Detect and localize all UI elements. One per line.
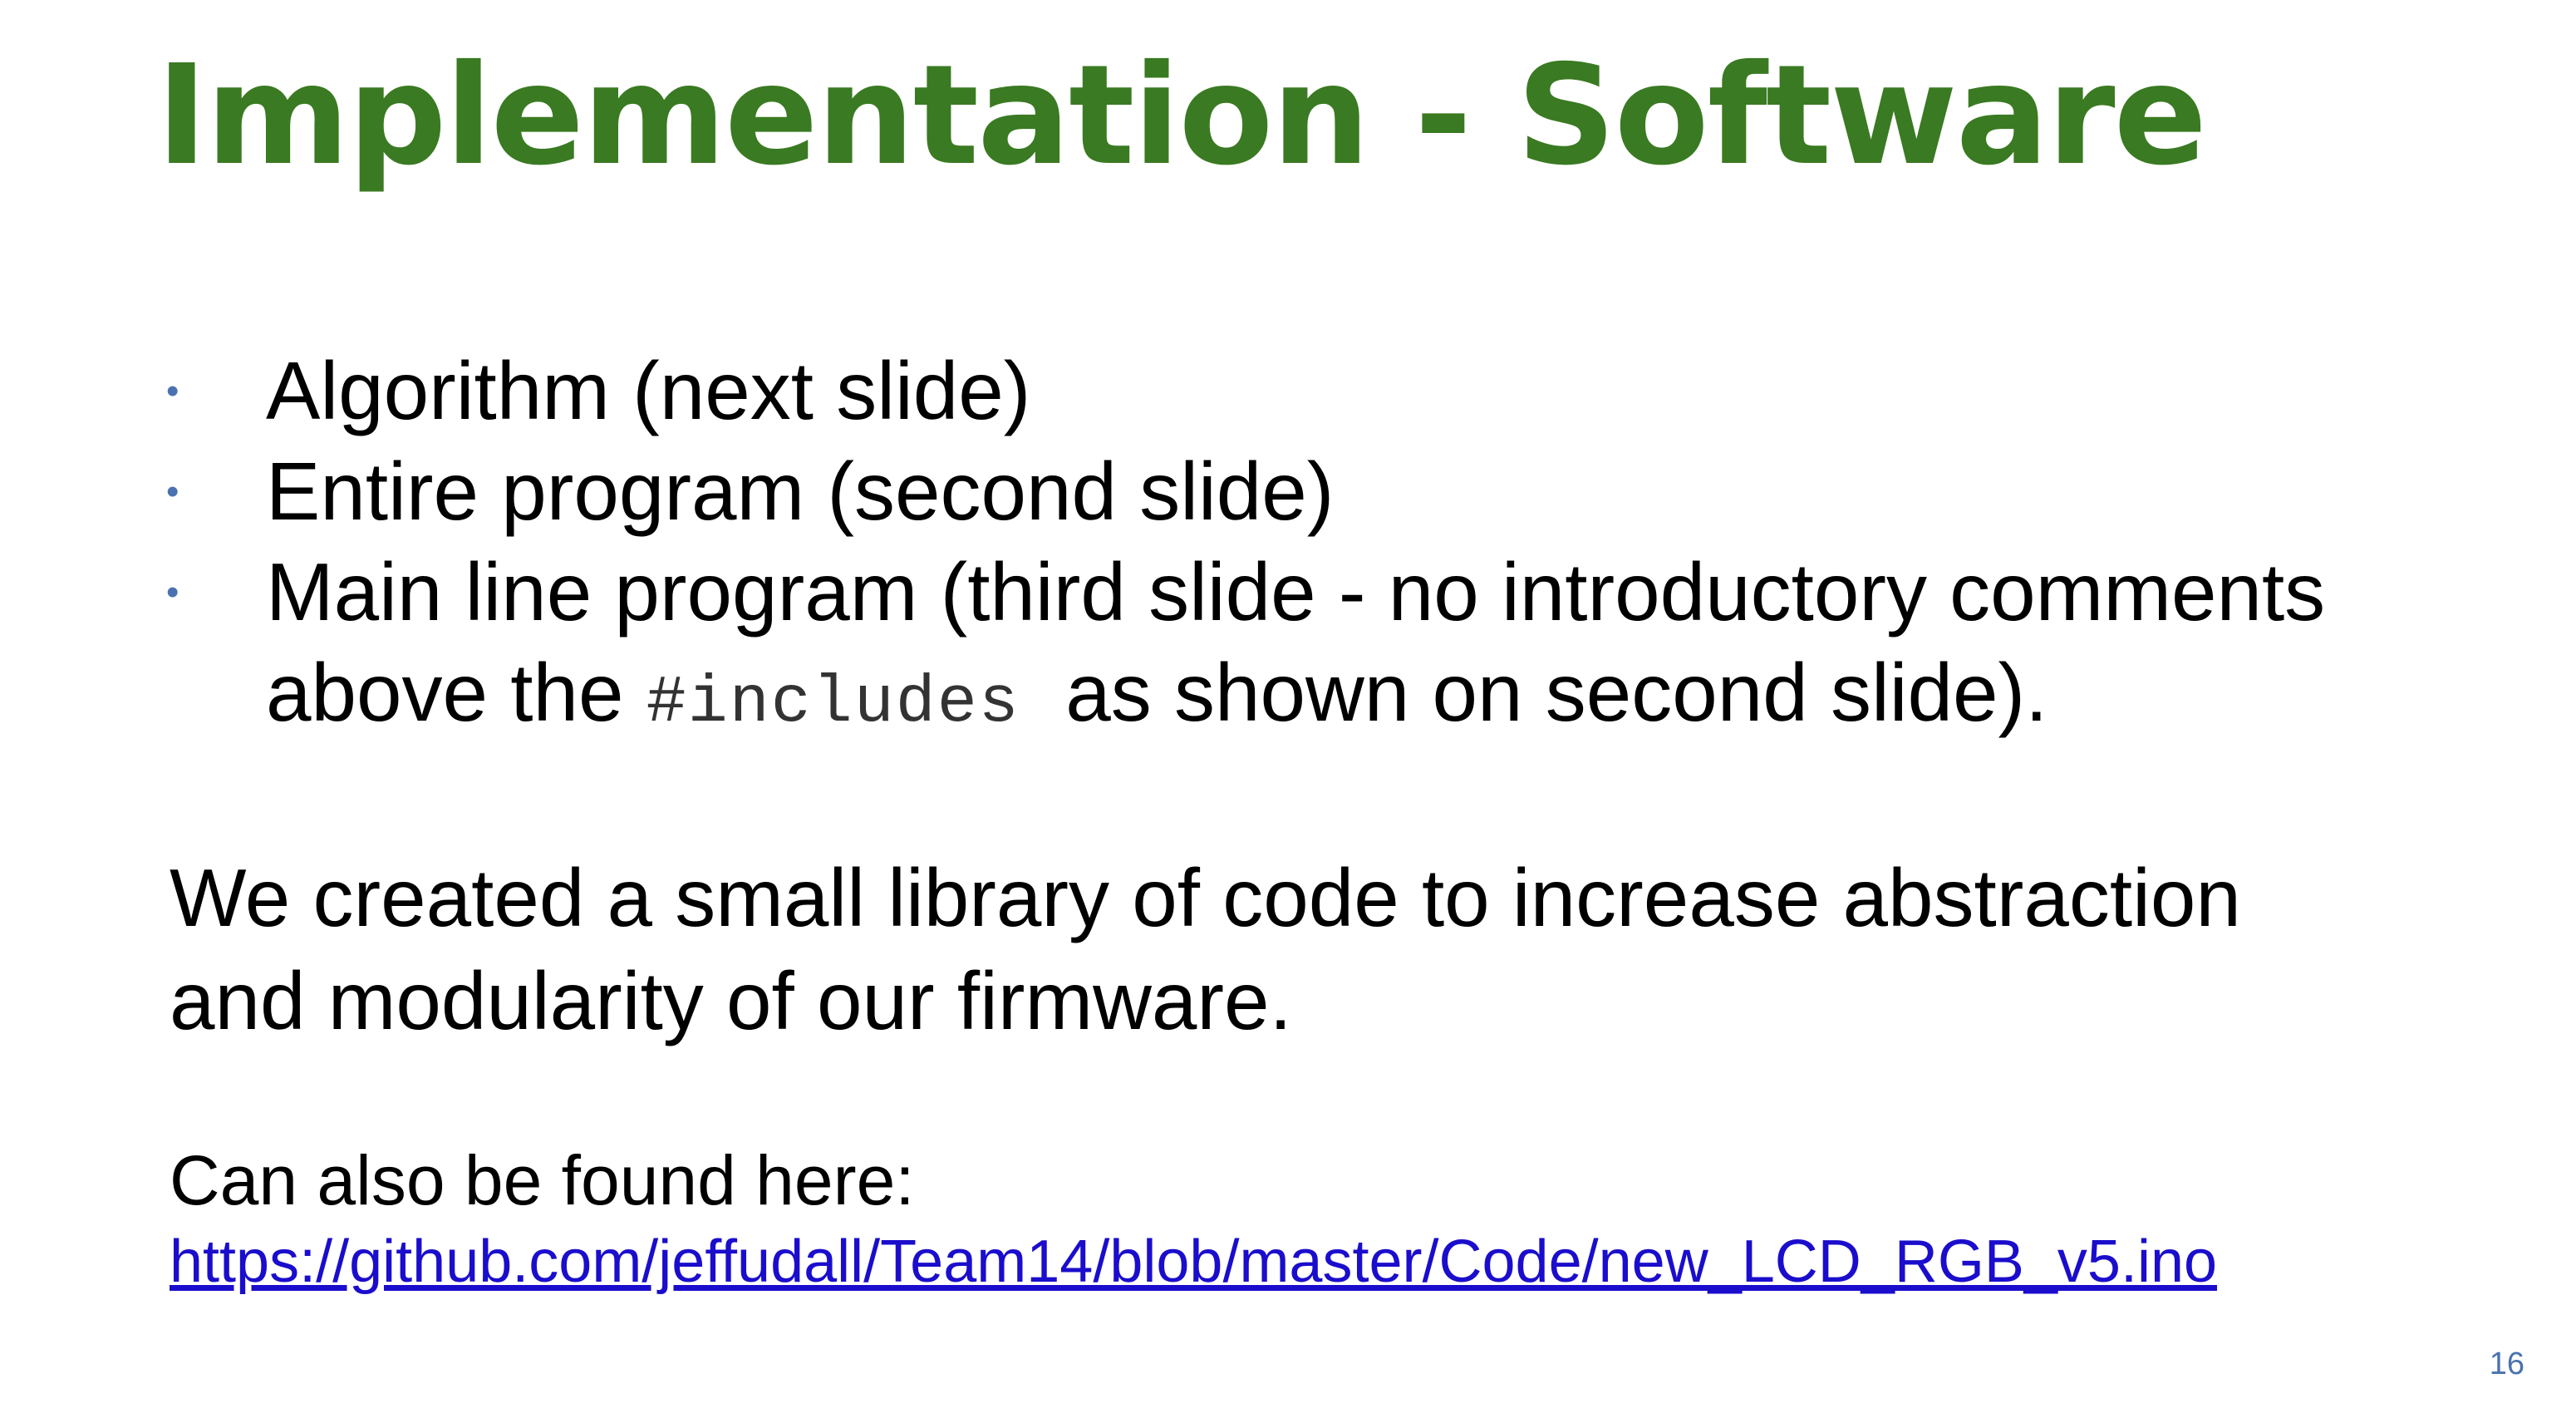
slide-title: Implementation - Software: [156, 36, 2207, 196]
bullet-item-main-line-program: • Main line program (third slide - no in…: [166, 542, 2493, 642]
bullet-text-before-code: above the: [266, 647, 646, 738]
paragraph-line-2: and modularity of our firmware.: [170, 955, 1292, 1046]
bullet-text: Entire program (second slide): [266, 446, 1335, 537]
bullet-item-entire-program: • Entire program (second slide): [166, 441, 2493, 542]
page-number: 16: [2489, 1347, 2524, 1381]
github-link[interactable]: https://github.com/jeffudall/Team14/blob…: [170, 1222, 2217, 1302]
code-snippet: #includes: [646, 666, 1020, 741]
also-found-label: Can also be found here:: [170, 1141, 915, 1219]
bullet-icon: •: [166, 371, 179, 411]
bullet-icon: •: [166, 572, 179, 613]
bullet-text: Algorithm (next slide): [266, 345, 1031, 436]
paragraph-line-1: We created a small library of code to in…: [170, 852, 2241, 943]
bullet-text-after-code: as shown on second slide).: [1020, 647, 2048, 738]
library-paragraph: We created a small library of code to in…: [170, 846, 2496, 1052]
bullet-text: Main line program (third slide - no intr…: [266, 546, 2326, 638]
bullet-list: • Algorithm (next slide) • Entire progra…: [166, 341, 2493, 754]
bullet-icon: •: [166, 471, 179, 512]
bullet-item-continuation: above the #includes as shown on second s…: [166, 642, 2493, 754]
bullet-item-algorithm: • Algorithm (next slide): [166, 341, 2493, 441]
